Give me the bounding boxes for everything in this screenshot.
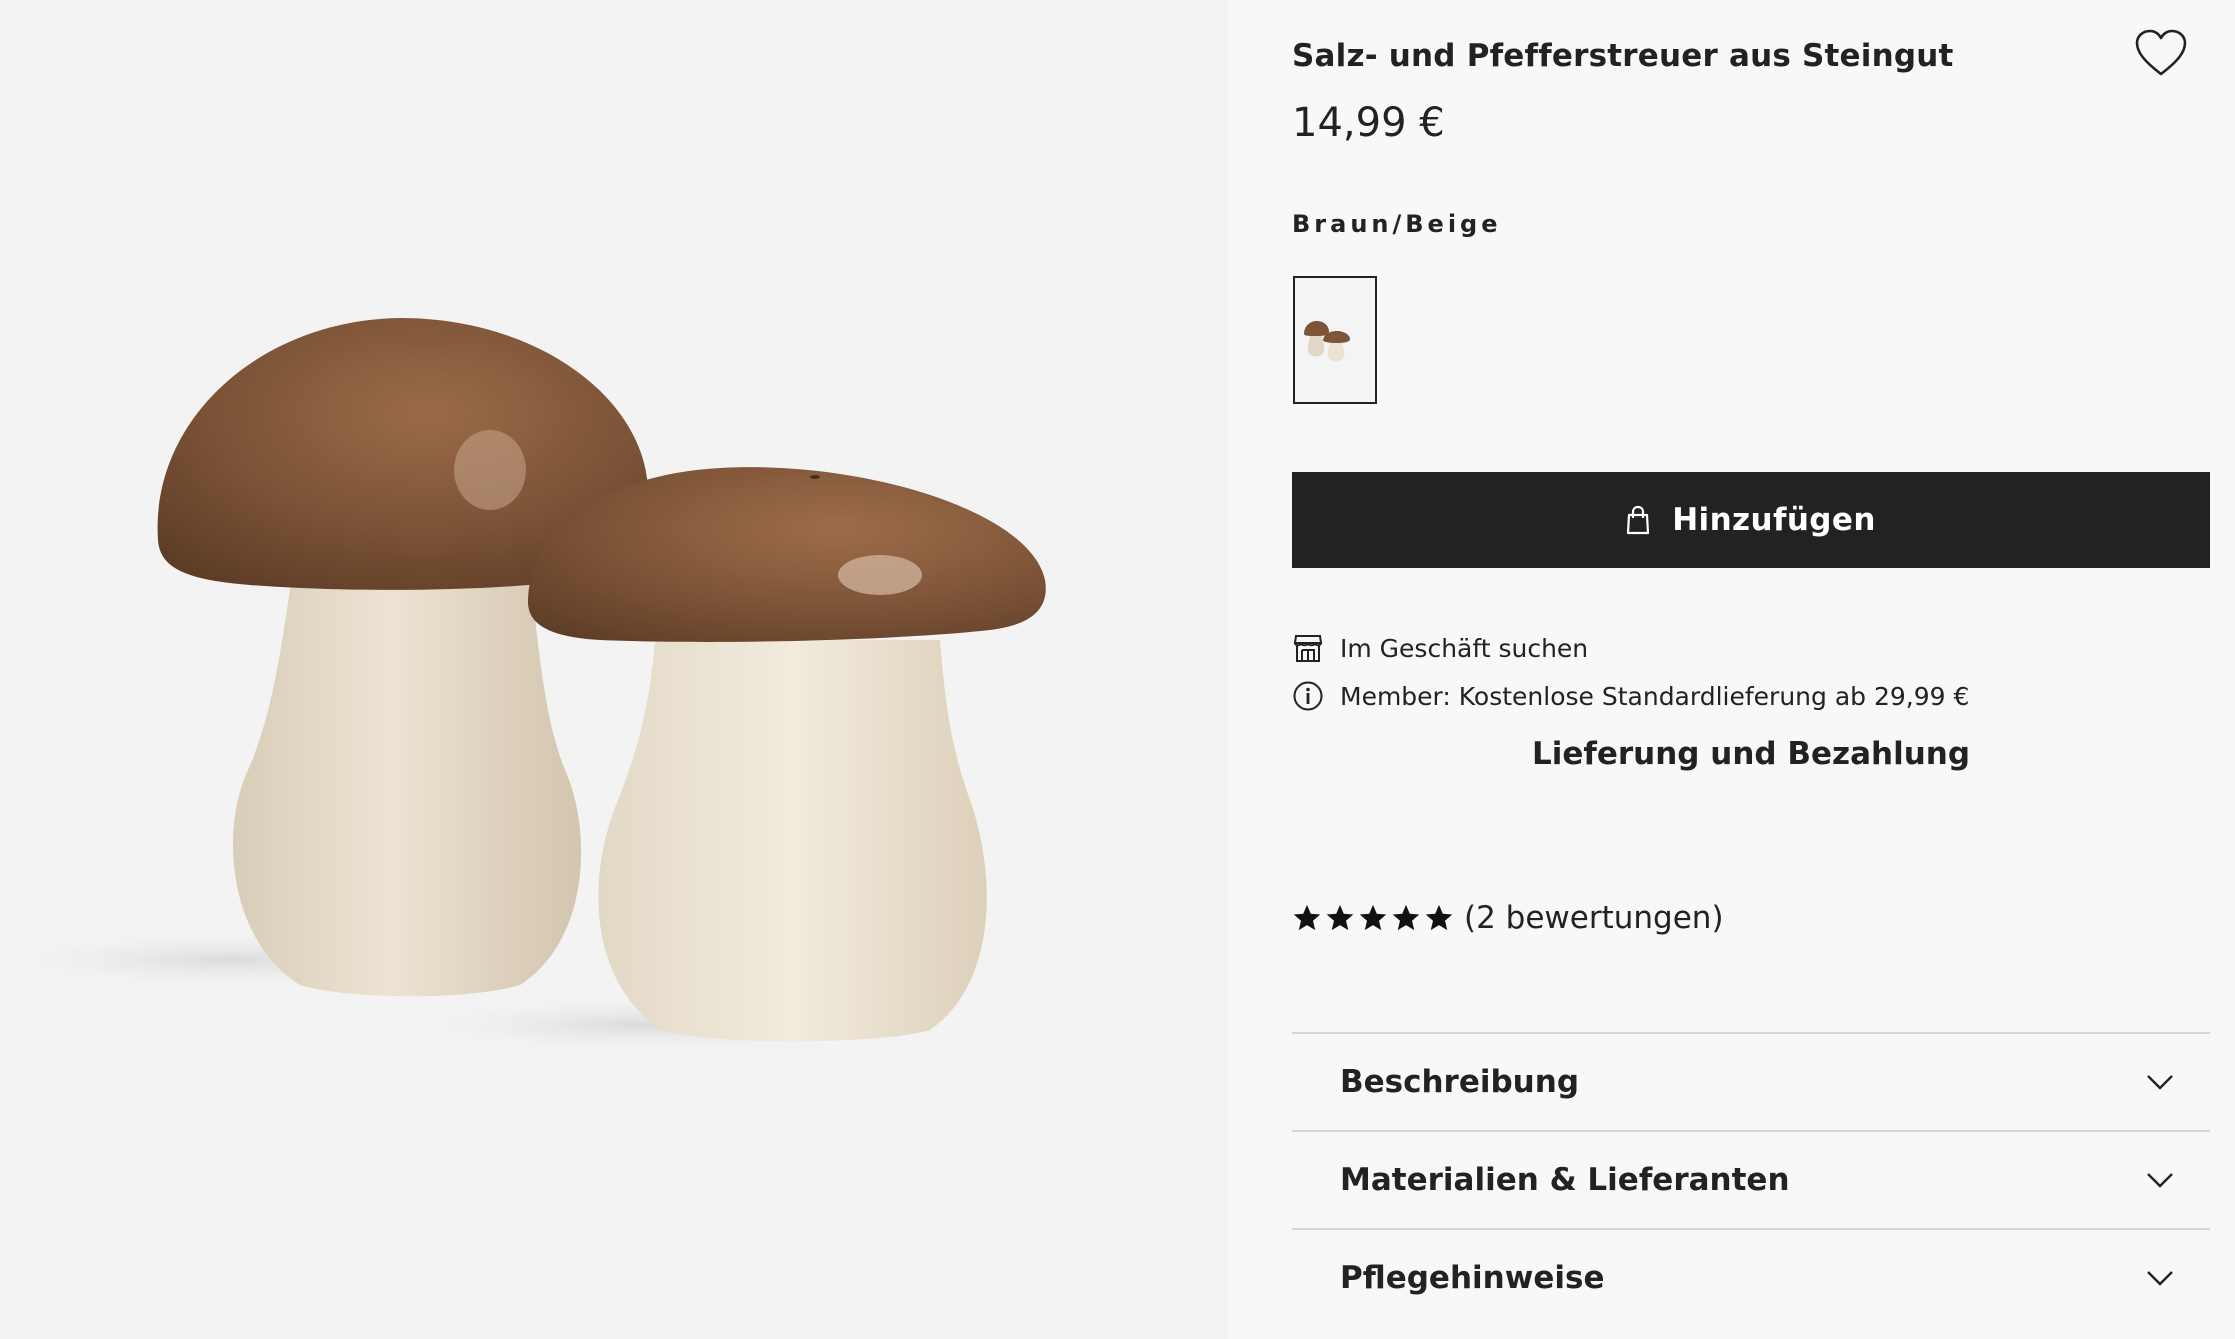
shopping-bag-icon	[1627, 505, 1650, 535]
member-shipping-info: Member: Kostenlose Standardlieferung ab …	[1292, 676, 1969, 716]
rating-stars	[1292, 903, 1454, 933]
product-info-panel: Salz- und Pfefferstreuer aus Steingut 14…	[1228, 0, 2235, 1339]
rating-count: (2 bewertungen)	[1464, 900, 1724, 936]
color-swatch-selected[interactable]	[1293, 276, 1377, 404]
favorite-button[interactable]	[2134, 28, 2188, 78]
add-to-cart-button[interactable]: Hinzufügen	[1292, 472, 2210, 568]
accordion-label: Materialien & Lieferanten	[1340, 1162, 1790, 1198]
store-search-link[interactable]: Im Geschäft suchen	[1292, 628, 1588, 668]
mushroom-shakers-illustration	[0, 318, 1046, 1055]
store-search-label: Im Geschäft suchen	[1340, 633, 1589, 663]
info-icon	[1293, 681, 1323, 711]
star-icon	[1359, 904, 1387, 931]
color-name: Braun/Beige	[1292, 210, 1502, 238]
add-to-cart-label: Hinzufügen	[1672, 502, 1876, 538]
product-image[interactable]	[0, 0, 1228, 1339]
member-shipping-label: Member: Kostenlose Standardlieferung ab …	[1340, 681, 1970, 711]
chevron-down-icon	[2147, 1173, 2173, 1188]
star-icon	[1425, 904, 1453, 931]
star-icon	[1293, 904, 1321, 931]
star-icon	[1326, 904, 1354, 931]
rating-summary[interactable]: (2 bewertungen)	[1292, 896, 1724, 940]
chevron-down-icon	[2147, 1271, 2173, 1286]
swatch-thumbnail-image	[1304, 321, 1350, 362]
accordion-materials[interactable]: Materialien & Lieferanten	[1292, 1130, 2210, 1228]
product-title: Salz- und Pfefferstreuer aus Steingut	[1292, 38, 1954, 74]
accordion-label: Beschreibung	[1340, 1064, 1580, 1100]
product-price: 14,99 €	[1292, 100, 1445, 146]
heart-icon	[2135, 29, 2187, 76]
accordion-label: Pflegehinweise	[1340, 1260, 1605, 1296]
chevron-down-icon	[2147, 1075, 2173, 1090]
accordion-care[interactable]: Pflegehinweise	[1292, 1228, 2210, 1326]
delivery-payment-link[interactable]: Lieferung und Bezahlung	[1292, 736, 2210, 772]
store-icon	[1293, 635, 1323, 662]
star-icon	[1392, 904, 1420, 931]
accordion-description[interactable]: Beschreibung	[1292, 1032, 2210, 1130]
